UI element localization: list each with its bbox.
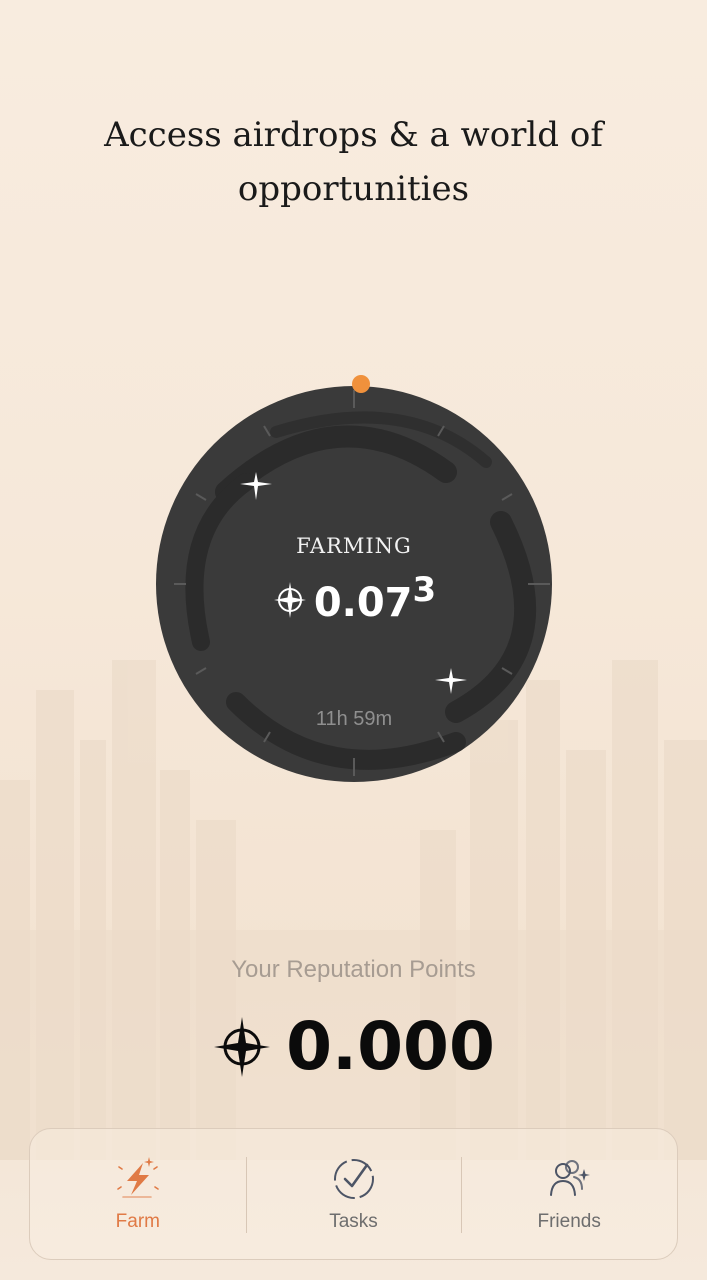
friends-icon bbox=[550, 1160, 591, 1196]
farming-value-superscript: 3 bbox=[412, 570, 437, 610]
farming-dial[interactable]: FARMING 0.07 3 11h 59m bbox=[156, 372, 552, 784]
reputation-label: Your Reputation Points bbox=[231, 956, 476, 983]
farming-status: FARMING bbox=[296, 534, 412, 558]
reputation-value: 0.000 bbox=[286, 1008, 495, 1085]
farming-value: 0.07 bbox=[313, 580, 413, 626]
nav-label-farm: Farm bbox=[115, 1211, 160, 1232]
nav-item-friends[interactable]: Friends bbox=[461, 1129, 677, 1259]
nav-label-friends: Friends bbox=[537, 1211, 601, 1232]
headline-line-2: opportunities bbox=[237, 169, 470, 209]
nav-label-tasks: Tasks bbox=[329, 1211, 378, 1232]
reputation-points: 0.000 bbox=[0, 1008, 707, 1085]
nav-item-tasks[interactable]: Tasks bbox=[245, 1129, 462, 1259]
sparkle-coin-icon bbox=[273, 582, 306, 618]
progress-dot bbox=[352, 375, 370, 393]
sparkle-coin-icon bbox=[214, 1016, 271, 1077]
tasks-check-icon bbox=[333, 1159, 374, 1199]
farming-amount: 0.07 3 bbox=[156, 570, 552, 626]
nav-item-farm[interactable]: Farm bbox=[30, 1129, 246, 1259]
farm-lightning-icon bbox=[117, 1157, 159, 1198]
farming-timer: 11h 59m bbox=[315, 708, 393, 730]
headline: Access airdrops & a world of opportuniti… bbox=[0, 108, 707, 216]
bottom-nav: Farm Tasks Friends bbox=[29, 1128, 678, 1260]
headline-line-1: Access airdrops & a world of bbox=[104, 115, 603, 155]
